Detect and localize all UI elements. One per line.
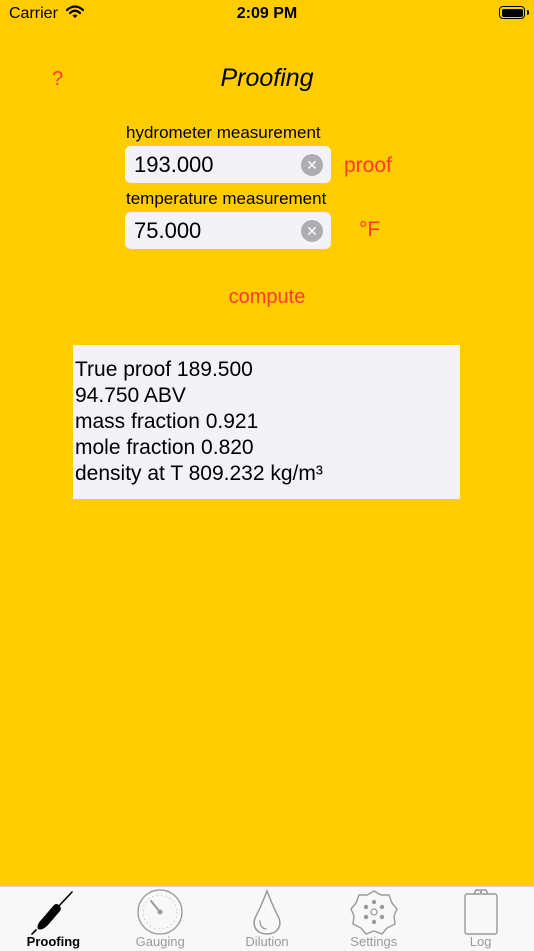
result-mass-fraction: mass fraction 0.921 [75, 410, 259, 433]
result-abv: 94.750 ABV [75, 384, 186, 407]
drop-icon [253, 889, 281, 935]
clear-temperature-icon[interactable]: ✕ [301, 220, 323, 242]
page-title: Proofing [220, 64, 314, 92]
hydrometer-value[interactable]: 193.000 [134, 152, 214, 178]
tab-label-dilution: Dilution [245, 934, 289, 949]
tab-gauging[interactable]: Gauging [107, 887, 214, 951]
status-bar: Carrier 2:09 PM [0, 0, 534, 30]
tab-log[interactable]: Log [427, 887, 534, 951]
tab-dilution[interactable]: Dilution [214, 887, 321, 951]
results-panel: True proof 189.500 94.750 ABV mass fract… [73, 345, 460, 499]
compute-button[interactable]: compute [0, 286, 534, 309]
temperature-field[interactable]: 75.000 ✕ [125, 212, 331, 249]
settings-icon [349, 890, 398, 935]
tab-label-log: Log [469, 934, 492, 949]
temperature-label: temperature measurement [126, 189, 327, 208]
temperature-unit-button[interactable]: °F [359, 218, 380, 242]
temperature-value[interactable]: 75.000 [134, 218, 201, 244]
tab-proofing[interactable]: Proofing [0, 887, 107, 951]
status-time: 2:09 PM [236, 5, 298, 22]
result-density: density at T 809.232 kg/m³ [75, 462, 323, 485]
battery-icon [499, 6, 529, 19]
clipboard-icon [463, 889, 498, 935]
tab-label-gauging: Gauging [135, 934, 185, 949]
tab-settings[interactable]: Settings [320, 887, 427, 951]
tab-bar: Proofing Gauging Dilution Settings Log [0, 886, 534, 951]
clear-hydrometer-icon[interactable]: ✕ [301, 154, 323, 176]
tab-label-proofing: Proofing [26, 934, 81, 949]
result-true-proof: True proof 189.500 [75, 358, 253, 381]
hydrometer-unit-button[interactable]: proof [344, 154, 392, 178]
hydrometer-label: hydrometer measurement [126, 123, 321, 142]
hydrometer-field[interactable]: 193.000 ✕ [125, 146, 331, 183]
result-mole-fraction: mole fraction 0.820 [75, 436, 254, 459]
hydrometer-icon [31, 891, 74, 935]
tab-label-settings: Settings [350, 934, 398, 949]
gauge-icon [137, 889, 183, 935]
